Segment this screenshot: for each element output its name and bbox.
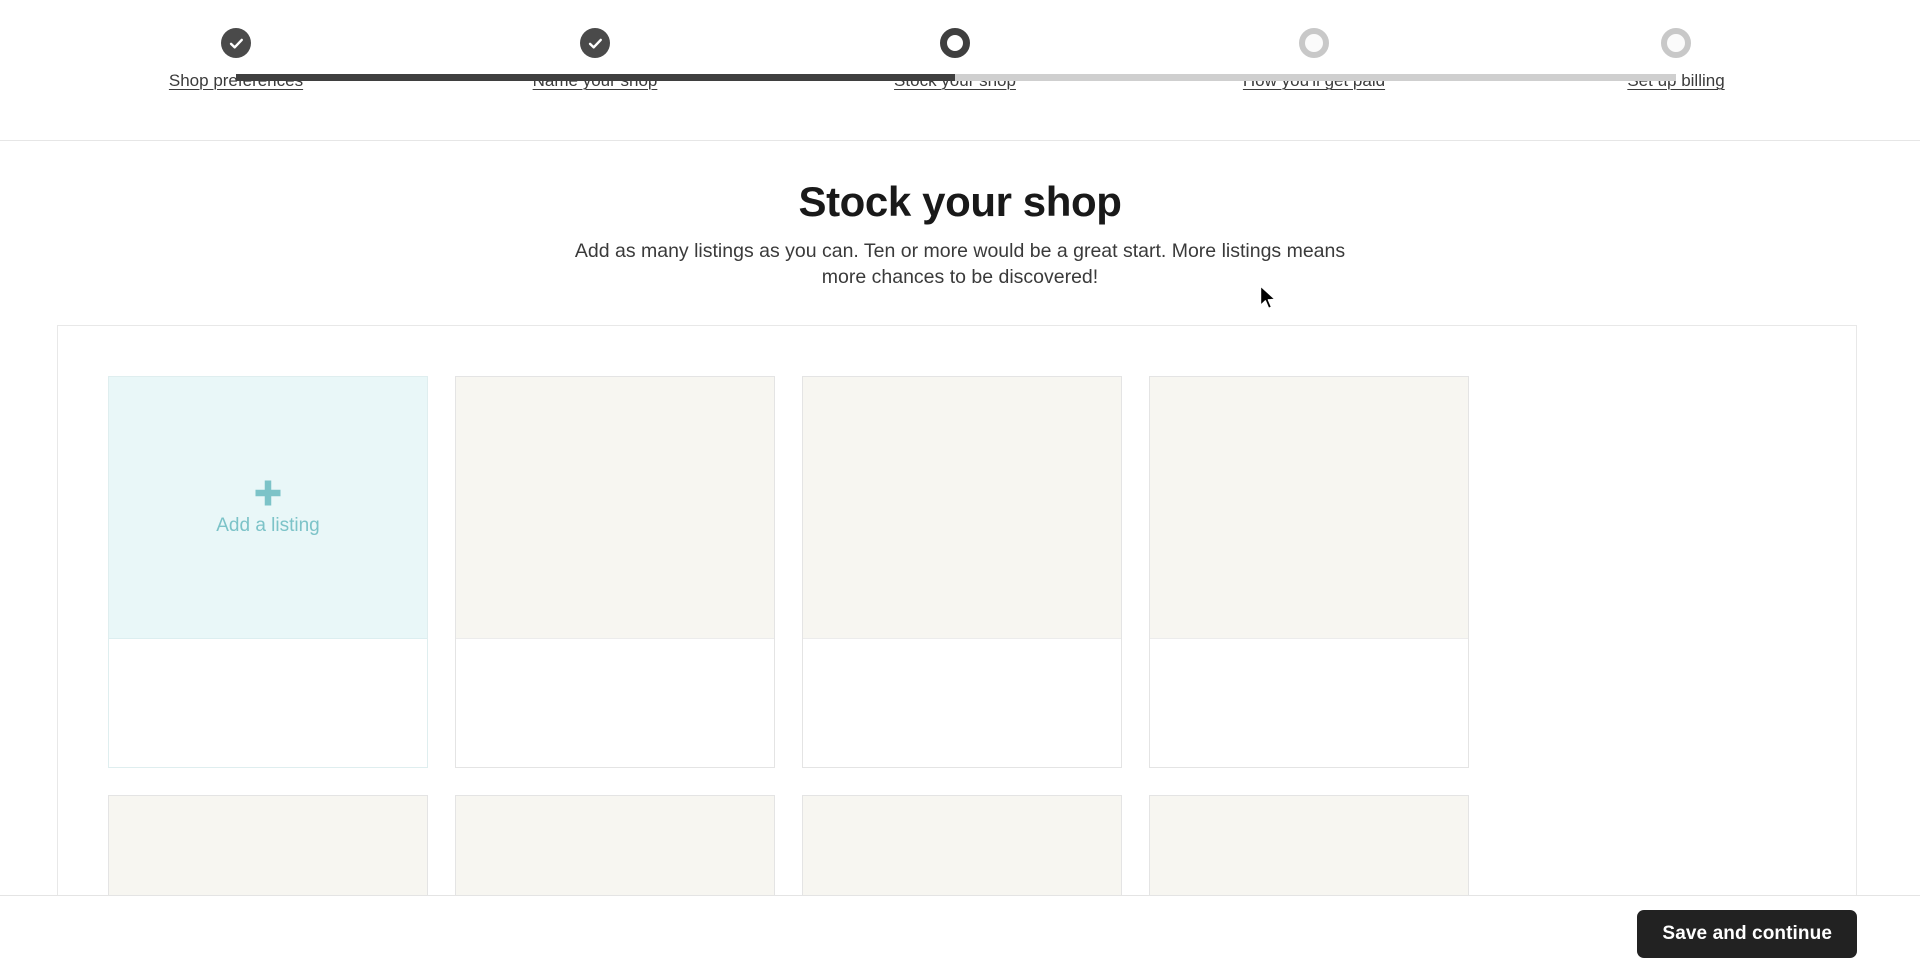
listing-placeholder-thumb	[803, 796, 1121, 895]
stepper-connector	[595, 74, 955, 81]
stepper-connector	[236, 74, 595, 81]
page-subtitle: Add as many listings as you can. Ten or …	[574, 240, 1346, 288]
listing-placeholder-card	[802, 376, 1122, 768]
stepper-step-5[interactable]: Set up billing	[1526, 26, 1826, 106]
check-icon	[221, 28, 251, 58]
listing-placeholder-card	[1149, 376, 1469, 768]
listing-placeholder-body	[803, 639, 1121, 767]
plus-icon	[255, 480, 281, 505]
current-step-icon	[940, 28, 970, 58]
upcoming-step-icon	[1299, 28, 1329, 58]
listing-placeholder-thumb	[1150, 796, 1468, 895]
listing-placeholder-thumb	[456, 377, 774, 639]
stepper-dot-wrap	[1164, 26, 1464, 60]
listing-placeholder-card	[108, 795, 428, 895]
stepper-step-1[interactable]: Shop preferences	[86, 26, 386, 106]
stepper-step-2[interactable]: Name your shop	[445, 26, 745, 106]
stepper-dot-wrap	[805, 26, 1105, 60]
add-listing-label: Add a listing	[216, 514, 320, 536]
stepper-dot-wrap	[445, 26, 745, 60]
listing-placeholder-thumb	[456, 796, 774, 895]
add-a-listing-card[interactable]: Add a listing	[108, 376, 428, 768]
add-listing-card-body	[109, 639, 427, 767]
listings-grid: Add a listing	[108, 376, 1808, 895]
stepper-step-3[interactable]: Stock your shop	[805, 26, 1105, 106]
listing-placeholder-thumb	[803, 377, 1121, 639]
listing-placeholder-card	[1149, 795, 1469, 895]
listing-placeholder-card	[455, 795, 775, 895]
listing-placeholder-card	[455, 376, 775, 768]
page-title: Stock your shop	[798, 178, 1122, 225]
save-and-continue-button[interactable]: Save and continue	[1637, 910, 1857, 958]
stepper-connector	[1314, 74, 1676, 81]
onboarding-page: Shop preferences Name your shop Stock your…	[0, 0, 1920, 968]
stepper-header: Shop preferences Name your shop Stock your…	[0, 0, 1920, 141]
listing-placeholder-body	[1150, 639, 1468, 767]
stepper-connector	[955, 74, 1314, 81]
footer-bar: Save and continue	[0, 895, 1920, 968]
stepper-step-4[interactable]: How you'll get paid	[1164, 26, 1464, 106]
stepper-dot-wrap	[1526, 26, 1826, 60]
check-icon	[580, 28, 610, 58]
stepper-dot-wrap	[86, 26, 386, 60]
listings-panel: Add a listing	[57, 325, 1857, 895]
upcoming-step-icon	[1661, 28, 1691, 58]
listing-placeholder-thumb	[1150, 377, 1468, 639]
add-listing-thumb: Add a listing	[109, 377, 427, 639]
listing-placeholder-thumb	[109, 796, 427, 895]
main-content: Stock your shop Add as many listings as …	[0, 141, 1920, 895]
listing-placeholder-body	[456, 639, 774, 767]
onboarding-stepper: Shop preferences Name your shop Stock your…	[0, 26, 1920, 106]
listing-placeholder-card	[802, 795, 1122, 895]
